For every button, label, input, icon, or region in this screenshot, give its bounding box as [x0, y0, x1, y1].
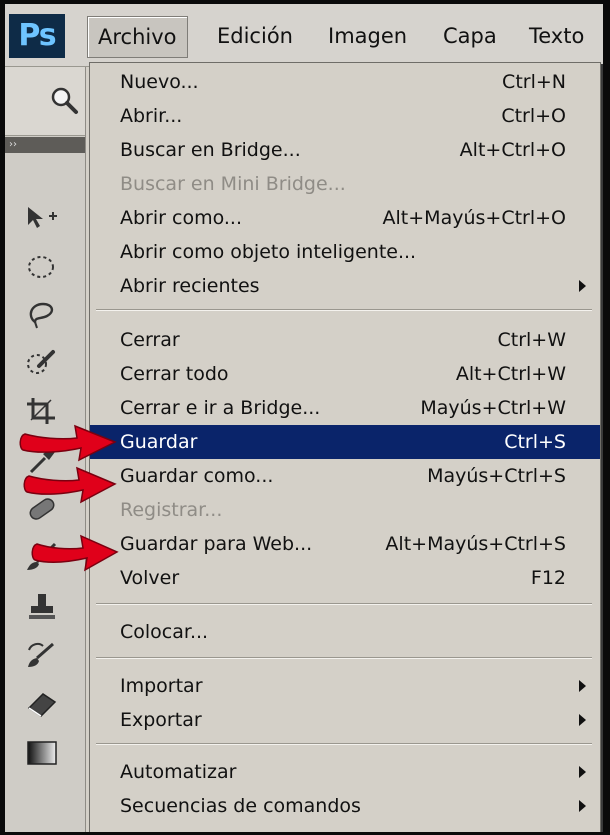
menu-item-exportar[interactable]: Exportar: [90, 703, 600, 737]
menu-item-label: Exportar: [120, 709, 202, 731]
menu-item-shortcut: Ctrl+O: [501, 105, 566, 127]
menu-item-shortcut: Alt+Mayús+Ctrl+O: [382, 207, 566, 229]
marquee-tool-icon[interactable]: [19, 245, 65, 289]
lasso-tool-icon[interactable]: [19, 293, 65, 337]
submenu-arrow-icon: [579, 280, 586, 292]
eraser-tool-icon[interactable]: [19, 681, 65, 725]
submenu-arrow-icon: [579, 680, 586, 692]
menu-item-secuencias-de-comandos[interactable]: Secuencias de comandos: [90, 789, 600, 823]
menu-item-cerrar[interactable]: Cerrar Ctrl+W: [90, 323, 600, 357]
menu-item-label: Volver: [120, 567, 180, 589]
menu-separator: [96, 309, 592, 311]
quick-selection-tool-icon[interactable]: [19, 341, 65, 385]
menu-item-label: Colocar...: [120, 621, 209, 643]
menu-item-colocar[interactable]: Colocar...: [90, 615, 600, 649]
menu-item-shortcut: Ctrl+S: [504, 431, 566, 453]
menu-item-buscar-en-bridge[interactable]: Buscar en Bridge... Alt+Ctrl+O: [90, 133, 600, 167]
menu-item-shortcut: Ctrl+N: [502, 71, 566, 93]
menu-item-label: Importar: [120, 675, 203, 697]
menu-item-guardar-como[interactable]: Guardar como... Mayús+Ctrl+S: [90, 459, 600, 493]
menu-item-cerrar-todo[interactable]: Cerrar todo Alt+Ctrl+W: [90, 357, 600, 391]
toolbar-grip[interactable]: ››: [5, 137, 85, 153]
menu-edicion[interactable]: Edición: [207, 16, 303, 56]
menu-item-shortcut: Mayús+Ctrl+W: [420, 397, 566, 419]
menu-separator: [96, 657, 592, 659]
menu-item-label: Abrir como objeto inteligente...: [120, 241, 417, 263]
photoshop-window: Ps Archivo Edición Imagen Capa Texto ››: [5, 4, 603, 832]
submenu-arrow-icon: [579, 800, 586, 812]
red-arrow-icon: [19, 424, 117, 462]
menu-archivo[interactable]: Archivo: [87, 16, 188, 58]
menu-item-label: Buscar en Mini Bridge...: [120, 173, 346, 195]
menu-item-label: Registrar...: [120, 499, 223, 521]
menu-item-label: Cerrar e ir a Bridge...: [120, 397, 321, 419]
menu-item-abrir[interactable]: Abrir... Ctrl+O: [90, 99, 600, 133]
clone-stamp-tool-icon[interactable]: [19, 585, 65, 629]
menu-item-label: Abrir como...: [120, 207, 242, 229]
menu-item-guardar[interactable]: Guardar Ctrl+S: [90, 425, 600, 459]
zoom-area: [5, 67, 85, 136]
red-arrow-icon: [23, 466, 117, 504]
menu-item-label: Abrir...: [120, 105, 183, 127]
photoshop-logo: Ps: [9, 14, 65, 58]
menu-item-label: Guardar para Web...: [120, 533, 313, 555]
menu-texto[interactable]: Texto: [519, 16, 594, 56]
menu-item-abrir-como-objeto-inteligente[interactable]: Abrir como objeto inteligente...: [90, 235, 600, 269]
menu-item-label: Buscar en Bridge...: [120, 139, 301, 161]
menu-item-label: Cerrar: [120, 329, 180, 351]
menu-item-label: Abrir recientes: [120, 275, 260, 297]
submenu-arrow-icon: [579, 714, 586, 726]
menu-item-abrir-recientes[interactable]: Abrir recientes: [90, 269, 600, 303]
menu-item-buscar-en-mini-bridge: Buscar en Mini Bridge...: [90, 167, 600, 201]
menu-item-label: Cerrar todo: [120, 363, 229, 385]
move-tool-icon[interactable]: [19, 195, 65, 239]
menu-item-shortcut: Alt+Ctrl+W: [455, 363, 566, 385]
menu-item-shortcut: Mayús+Ctrl+S: [427, 465, 566, 487]
submenu-arrow-icon: [579, 766, 586, 778]
gradient-tool-icon[interactable]: [19, 731, 65, 775]
menu-item-shortcut: Ctrl+W: [497, 329, 566, 351]
menu-separator: [96, 743, 592, 745]
menu-item-label: Secuencias de comandos: [120, 795, 361, 817]
menu-item-label: Nuevo...: [120, 71, 199, 93]
history-brush-tool-icon[interactable]: [19, 633, 65, 677]
menu-item-shortcut: F12: [530, 567, 566, 589]
menu-item-label: Guardar como...: [120, 465, 274, 487]
menu-item-label: Automatizar: [120, 761, 237, 783]
menu-item-nuevo[interactable]: Nuevo... Ctrl+N: [90, 65, 600, 99]
menu-imagen[interactable]: Imagen: [318, 16, 417, 56]
zoom-icon[interactable]: [49, 85, 79, 115]
menu-separator: [96, 603, 592, 605]
menu-item-abrir-como[interactable]: Abrir como... Alt+Mayús+Ctrl+O: [90, 201, 600, 235]
menu-item-shortcut: Alt+Mayús+Ctrl+S: [385, 533, 566, 555]
menu-item-cerrar-e-ir-a-bridge[interactable]: Cerrar e ir a Bridge... Mayús+Ctrl+W: [90, 391, 600, 425]
menu-item-registrar: Registrar...: [90, 493, 600, 527]
menu-bar: Ps Archivo Edición Imagen Capa Texto: [5, 4, 603, 67]
archivo-menu: Nuevo... Ctrl+N Abrir... Ctrl+O Buscar e…: [89, 62, 601, 832]
red-arrow-icon: [31, 534, 119, 572]
menu-item-volver[interactable]: Volver F12: [90, 561, 600, 595]
menu-item-importar[interactable]: Importar: [90, 669, 600, 703]
menu-item-label: Guardar: [120, 431, 198, 453]
menu-item-shortcut: Alt+Ctrl+O: [459, 139, 566, 161]
menu-capa[interactable]: Capa: [433, 16, 507, 56]
menu-item-automatizar[interactable]: Automatizar: [90, 755, 600, 789]
menu-item-guardar-para-web[interactable]: Guardar para Web... Alt+Mayús+Ctrl+S: [90, 527, 600, 561]
